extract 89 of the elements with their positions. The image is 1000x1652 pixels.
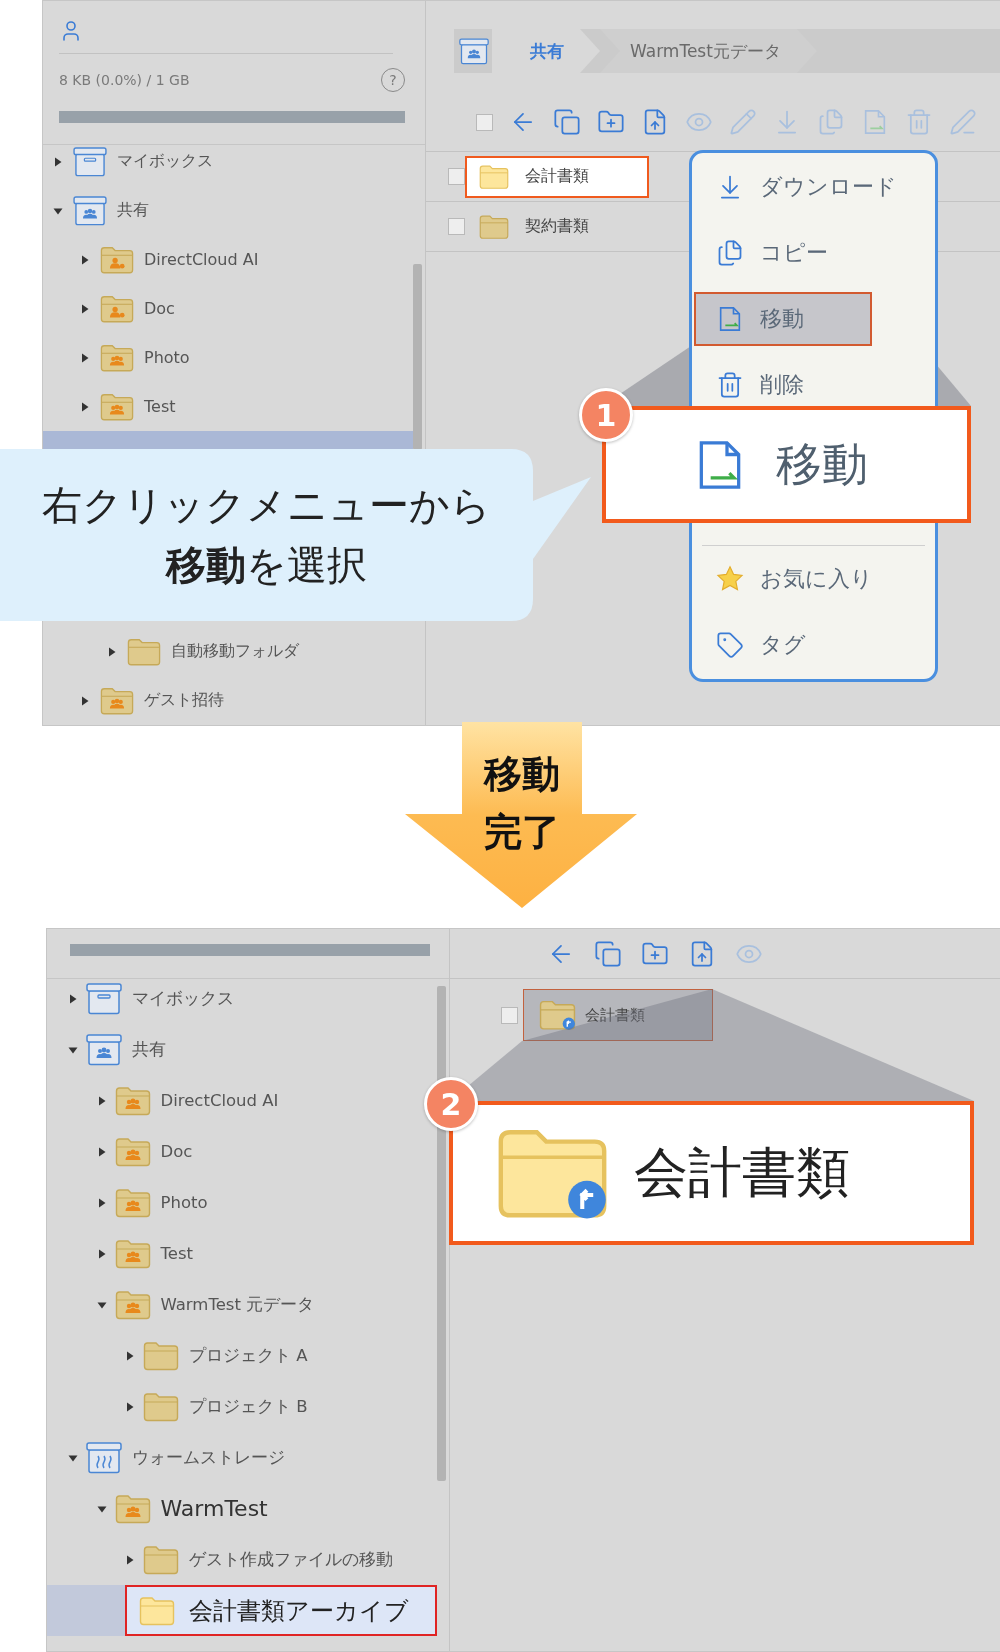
tree-item[interactable]: ゲスト招待 [100, 685, 224, 716]
copy-icon[interactable] [594, 939, 622, 968]
callout-text: 移動を選択 [166, 541, 367, 590]
caret-icon[interactable] [80, 695, 90, 706]
tree-item[interactable]: ウォームストレージ [86, 1441, 285, 1474]
folder-people-icon [100, 391, 134, 422]
checkbox[interactable] [448, 218, 465, 235]
folder-people-icon [100, 342, 134, 373]
files-icon [716, 239, 744, 267]
tree-item[interactable]: マイボックス [73, 146, 213, 177]
menu-item[interactable]: 移動 [694, 292, 872, 346]
folder-people-icon [114, 1084, 151, 1117]
checkbox[interactable] [501, 1006, 518, 1024]
tree-item[interactable]: 共有 [86, 1033, 166, 1066]
caret-icon[interactable] [107, 646, 117, 657]
tag-icon [716, 631, 744, 659]
tree-item[interactable]: Doc [100, 293, 175, 324]
tree-item[interactable]: DirectCloud AI [114, 1084, 279, 1117]
shared-box-icon [459, 37, 489, 65]
folder-person-icon [100, 244, 134, 275]
folder-person-icon [100, 293, 134, 324]
folder-arrow-badge-icon [539, 999, 576, 1031]
callout-label: 会計書類 [634, 1139, 850, 1206]
caret-icon[interactable] [80, 254, 90, 265]
tree-item[interactable]: 共有 [73, 195, 149, 226]
caret-icon[interactable] [96, 1146, 107, 1157]
folder-people-icon [114, 1492, 151, 1525]
file-item[interactable]: 契約書類 [465, 205, 649, 248]
tree-item[interactable]: DirectCloud AI [100, 244, 259, 275]
tree-item[interactable]: Test [100, 391, 176, 422]
caret-icon[interactable] [80, 401, 90, 412]
tree-item[interactable]: プロジェクト B [143, 1390, 308, 1423]
file-item[interactable]: 会計書類 [465, 155, 649, 198]
folder-icon [479, 213, 509, 240]
file-item[interactable]: 会計書類 [523, 989, 713, 1041]
folder-people-icon [100, 685, 134, 716]
tree-item[interactable]: 自動移動フォルダ [127, 636, 299, 667]
tree-item[interactable]: WarmTest 元データ [114, 1288, 315, 1321]
storage-box-icon [86, 982, 122, 1015]
caret-icon[interactable] [96, 1197, 107, 1208]
caret-icon[interactable] [125, 1350, 135, 1361]
breadcrumb-item[interactable]: 共有 [492, 29, 600, 73]
tree-item[interactable]: Doc [114, 1135, 193, 1168]
caret-icon[interactable] [96, 1248, 107, 1259]
caret-icon[interactable] [96, 1095, 107, 1106]
tree-item[interactable]: Photo [114, 1186, 208, 1219]
folder-icon [479, 163, 509, 190]
menu-item[interactable]: ダウンロード [694, 165, 965, 209]
storage-box-icon [73, 146, 107, 177]
checkbox[interactable] [448, 168, 465, 185]
folder-people-icon [114, 1288, 151, 1321]
tree-item[interactable]: マイボックス [86, 982, 234, 1015]
menu-item[interactable]: 削除 [694, 363, 872, 407]
caret-icon[interactable] [125, 1554, 135, 1565]
tree-item[interactable]: WarmTest [114, 1492, 268, 1525]
shared-box-icon [73, 195, 107, 226]
menu-item[interactable]: タグ [694, 623, 874, 667]
menu-item[interactable]: お気に入り [694, 557, 941, 601]
folder-people-icon [114, 1237, 151, 1270]
caret-icon[interactable] [125, 1401, 135, 1412]
folder-icon [127, 636, 161, 667]
shared-box-icon [86, 1033, 122, 1066]
tree-item[interactable]: Photo [100, 342, 190, 373]
callout-label: 移動 [776, 435, 868, 493]
folder-icon [143, 1543, 179, 1576]
breadcrumb-item[interactable]: WarmTest元データ [600, 29, 817, 73]
trash-icon [716, 371, 744, 399]
callout-text: 右クリックメニューから [42, 481, 491, 530]
caret-icon[interactable] [80, 303, 90, 314]
checkbox[interactable] [476, 113, 493, 131]
tree-item-label[interactable]: 会計書類アーカイブ [189, 1594, 409, 1627]
folder-icon [143, 1339, 179, 1372]
folder-icon [143, 1390, 179, 1423]
tree-item[interactable]: プロジェクト A [143, 1339, 308, 1372]
arrow-label: 移動 完了 [482, 751, 561, 856]
storage-usage-text: 8 KB (0.0%) / 1 GB [59, 72, 190, 88]
caret-icon[interactable] [53, 156, 63, 167]
tree-item[interactable]: ゲスト作成ファイルの移動 [143, 1543, 393, 1576]
caret-icon[interactable] [68, 993, 78, 1004]
star-icon [716, 565, 744, 593]
menu-item[interactable]: コピー [694, 231, 896, 275]
scrollbar[interactable] [413, 264, 422, 450]
copy-icon[interactable] [553, 108, 581, 136]
folder-people-icon [114, 1186, 151, 1219]
tree-item[interactable]: Test [114, 1237, 193, 1270]
folder-icon [139, 1594, 175, 1627]
folder-people-icon [114, 1135, 151, 1168]
heat-box-icon [86, 1441, 122, 1474]
caret-icon[interactable] [80, 352, 90, 363]
